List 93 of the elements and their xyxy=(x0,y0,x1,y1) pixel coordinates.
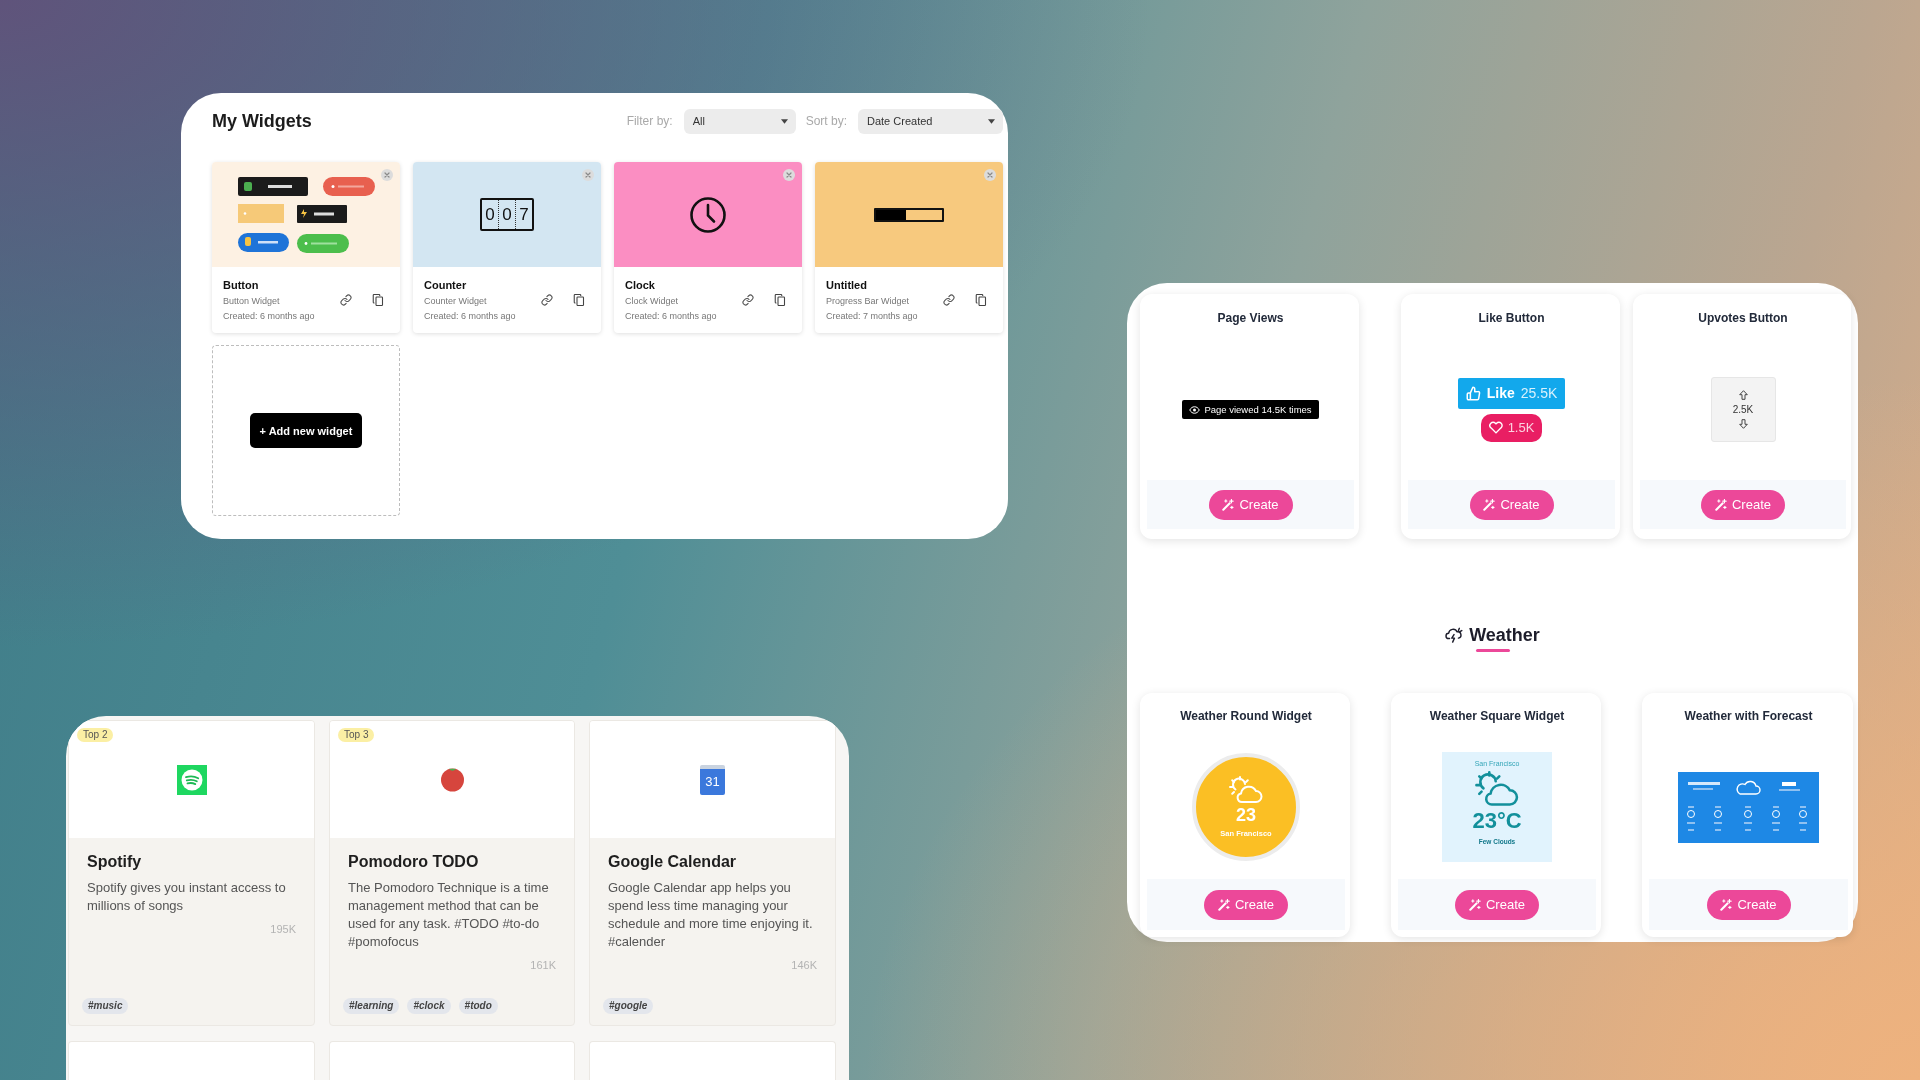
counter-digit: 0 xyxy=(498,200,515,229)
tag-link[interactable]: #music xyxy=(82,998,129,1014)
app-count: 146K xyxy=(791,959,817,971)
widget-created-date: Created: 6 months ago xyxy=(424,310,516,322)
app-name: Google Calendar xyxy=(608,852,737,872)
widget-created-date: Created: 7 months ago xyxy=(826,310,918,322)
close-icon[interactable] xyxy=(984,169,996,181)
widget-type: Clock Widget xyxy=(625,295,678,307)
counter-digit: 7 xyxy=(515,200,532,229)
copy-icon[interactable] xyxy=(774,294,786,306)
thumbs-up-icon xyxy=(1465,385,1481,401)
widget-type: Button Widget xyxy=(223,295,280,307)
heart-icon xyxy=(1488,421,1503,434)
tag-link[interactable]: #google xyxy=(603,998,654,1014)
app-count: 161K xyxy=(530,959,556,971)
magic-wand-icon xyxy=(1483,498,1496,511)
close-icon[interactable] xyxy=(582,169,594,181)
create-button[interactable]: Create xyxy=(1455,889,1539,920)
link-icon[interactable] xyxy=(541,294,553,306)
arrow-down-icon[interactable] xyxy=(1738,419,1748,429)
eye-icon xyxy=(1189,405,1201,414)
close-icon[interactable] xyxy=(783,169,795,181)
widget-type: Progress Bar Widget xyxy=(826,295,910,307)
widget-card[interactable]: Untitled Progress Bar Widget Created: 7 months ago xyxy=(815,162,1003,333)
magic-wand-icon xyxy=(1218,898,1230,911)
copy-icon[interactable] xyxy=(975,294,987,306)
magic-wand-icon xyxy=(1720,898,1733,911)
filter-dropdown[interactable]: All xyxy=(683,108,796,134)
tag-link[interactable]: #clock xyxy=(407,998,451,1014)
weather-temperature: 23 xyxy=(1236,805,1256,825)
widget-name: Counter xyxy=(424,278,467,292)
widget-name: Clock xyxy=(625,278,655,292)
app-card[interactable]: Top 2 Spotify Spotify gives you instant access to millions of songs 195K #music xyxy=(68,720,315,1026)
template-title: Like Button xyxy=(1478,311,1545,325)
arrow-up-icon[interactable] xyxy=(1738,390,1748,400)
app-count: 195K xyxy=(270,923,296,935)
caret-icon xyxy=(780,118,788,124)
copy-icon[interactable] xyxy=(573,294,585,306)
create-button[interactable]: Create xyxy=(1701,489,1785,520)
template-title: Weather Round Widget xyxy=(1180,709,1312,723)
tag-link[interactable]: #learning xyxy=(343,998,400,1014)
widget-created-date: Created: 6 months ago xyxy=(625,310,717,322)
weather-temperature: 23°C xyxy=(1472,809,1522,833)
link-icon[interactable] xyxy=(943,294,955,306)
app-description: The Pomodoro Technique is a time management method that can be used for any task. #TODO #to-do #pomofocus xyxy=(348,879,550,951)
close-icon[interactable] xyxy=(381,169,393,181)
widget-card[interactable]: Clock Clock Widget Created: 6 months ago xyxy=(614,162,802,333)
caret-icon xyxy=(988,118,995,124)
clock-icon xyxy=(690,196,726,233)
widget-name: Untitled xyxy=(826,278,867,292)
template-title: Weather with Forecast xyxy=(1684,709,1813,723)
tomato-icon xyxy=(439,767,465,792)
widget-card[interactable]: 0 0 7 Counter Counter Widget Created: 6 months ago xyxy=(413,162,601,333)
widget-card[interactable]: Button Button Widget Created: 6 months ago xyxy=(212,162,400,333)
rank-badge: Top 2 xyxy=(77,728,114,742)
tag-link[interactable]: #todo xyxy=(458,998,498,1014)
app-name: Spotify xyxy=(87,852,142,872)
page-views-text: Page viewed 14.5K times xyxy=(1204,404,1312,415)
link-icon[interactable] xyxy=(340,294,352,306)
add-widget-button[interactable]: + Add new widget xyxy=(249,413,363,448)
create-button[interactable]: Create xyxy=(1706,889,1791,920)
copy-icon[interactable] xyxy=(372,294,384,306)
counter-digit: 0 xyxy=(484,204,496,226)
magic-wand-icon xyxy=(1469,898,1481,911)
widget-type: Counter Widget xyxy=(424,295,487,307)
widget-name: Button xyxy=(223,278,259,292)
filter-label: Filter by: xyxy=(626,114,673,128)
sun-cloud-icon xyxy=(1229,776,1263,804)
magic-wand-icon xyxy=(1715,498,1727,511)
create-button[interactable]: Create xyxy=(1204,889,1288,920)
storm-cloud-icon xyxy=(1445,627,1464,643)
app-card[interactable]: 31 Google Calendar Google Calendar app helps you spend less time managing your schedule and more time enjoying it. #calender 146K #google xyxy=(589,720,836,1026)
section-title: Weather xyxy=(1469,624,1540,646)
panel-title: My Widgets xyxy=(212,110,313,132)
upvote-count: 2.5K xyxy=(1732,404,1754,415)
create-button[interactable]: Create xyxy=(1208,489,1293,520)
template-title: Weather Square Widget xyxy=(1429,709,1565,723)
link-icon[interactable] xyxy=(742,294,754,306)
template-title: Upvotes Button xyxy=(1698,311,1788,325)
calendar-icon: 31 xyxy=(700,764,725,795)
widget-created-date: Created: 6 months ago xyxy=(223,310,315,322)
app-description: Spotify gives you instant access to millions of songs xyxy=(87,879,287,915)
app-description: Google Calendar app helps you spend less time managing your schedule and more time enjoying it. #calender xyxy=(608,879,814,951)
sort-label: Sort by: xyxy=(805,114,847,128)
app-card[interactable]: Top 3 Pomodoro TODO The Pomodoro Technique is a time management method that can be used for any task. #TODO #to-do #pomofocus 161K #learning #clock #todo xyxy=(329,720,575,1026)
sun-cloud-icon xyxy=(1475,771,1519,807)
rank-badge: Top 3 xyxy=(338,728,375,742)
app-name: Pomodoro TODO xyxy=(348,852,479,872)
template-title: Page Views xyxy=(1217,311,1284,325)
app-logo-icon xyxy=(176,764,207,795)
magic-wand-icon xyxy=(1222,498,1235,511)
create-button[interactable]: Create xyxy=(1469,489,1554,520)
sort-dropdown[interactable]: Date Created xyxy=(858,108,1003,134)
